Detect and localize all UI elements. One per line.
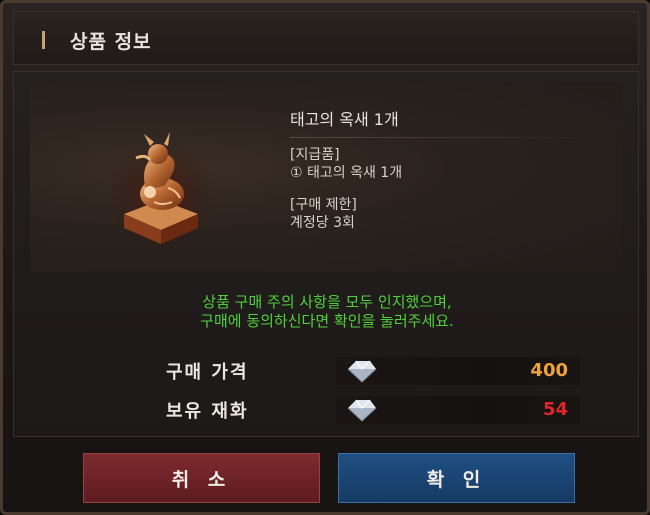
confirm-button[interactable]: 확 인: [338, 453, 575, 503]
owned-row: 보유 재화 54: [14, 394, 640, 424]
reward-heading: [지급품]: [290, 147, 340, 163]
item-divider: [290, 137, 590, 138]
dialog-header: 상품 정보: [13, 11, 639, 65]
dialog-content: 태고의 옥새 1개 [지급품] ① 태고의 옥새 1개 [구매 제한] 계정당 …: [13, 71, 639, 437]
item-name: 태고의 옥새 1개: [290, 110, 399, 129]
owned-label: 보유 재화: [166, 401, 249, 422]
limit-heading: [구매 제한]: [290, 197, 357, 213]
item-panel: 태고의 옥새 1개 [지급품] ① 태고의 옥새 1개 [구매 제한] 계정당 …: [30, 82, 622, 272]
notice-line-1: 상품 구매 주의 사항을 모두 인지했으며,: [202, 293, 452, 311]
jade-seal-icon: [109, 132, 213, 248]
notice-line-2: 구매에 동의하신다면 확인을 눌러주세요.: [200, 312, 454, 330]
diamond-icon: [347, 360, 377, 383]
price-row: 구매 가격 400: [14, 355, 640, 385]
header-accent-bar: [42, 31, 45, 49]
product-info-dialog: 상품 정보 태고의 옥새 1개 [지급품] ① 태고의 옥새 1개 [구매 제한…: [0, 0, 650, 515]
price-bar: 400: [336, 357, 580, 385]
diamond-icon: [347, 399, 377, 422]
owned-value: 54: [542, 399, 568, 420]
dialog-title: 상품 정보: [70, 31, 152, 53]
owned-bar: 54: [336, 396, 580, 424]
price-label: 구매 가격: [166, 362, 249, 383]
limit-line: 계정당 3회: [290, 215, 355, 231]
reward-line: ① 태고의 옥새 1개: [290, 165, 403, 181]
cancel-button[interactable]: 취 소: [83, 453, 320, 503]
price-value: 400: [530, 360, 568, 381]
